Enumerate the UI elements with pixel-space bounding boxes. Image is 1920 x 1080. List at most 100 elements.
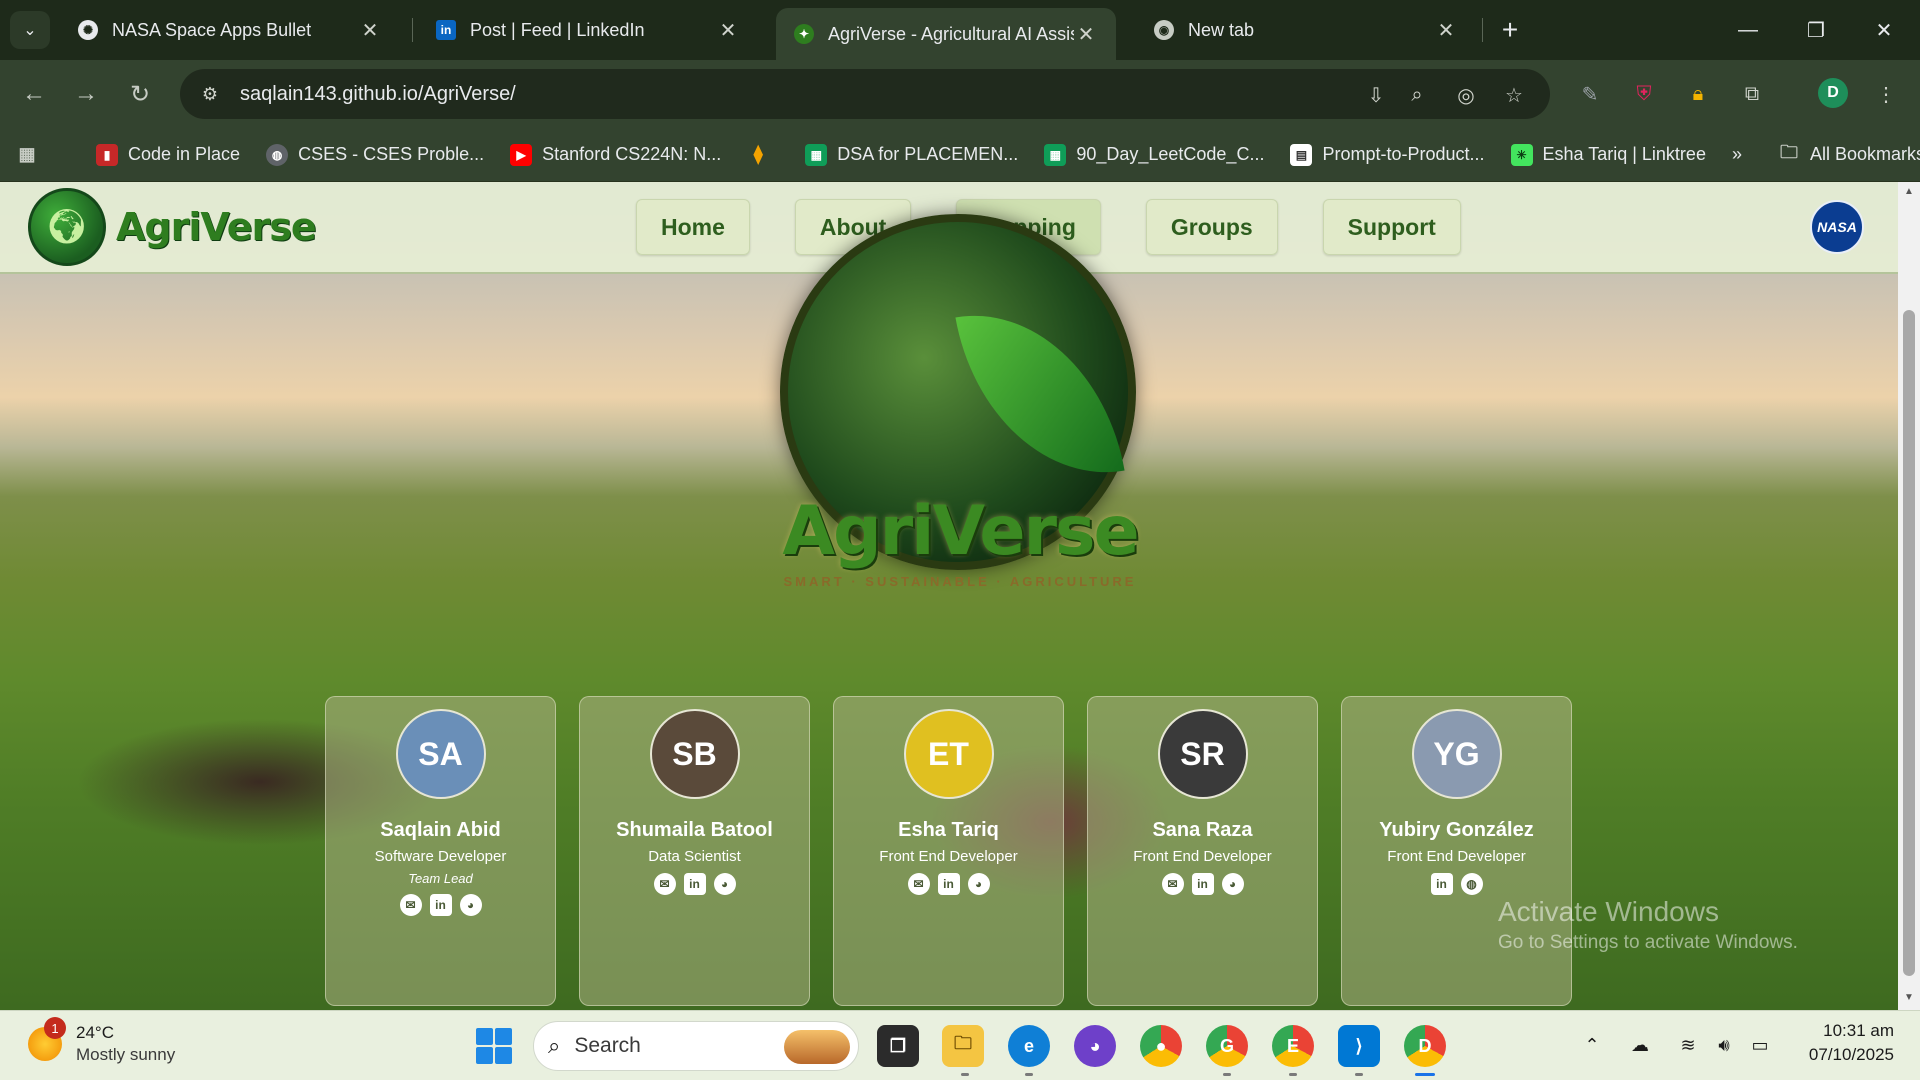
restore-icon: ❐ (1807, 19, 1825, 42)
all-bookmarks-button[interactable]: 🗀︎ All Bookmarks (1778, 142, 1920, 166)
tab-title: NASA Space Apps Bullet (112, 19, 312, 40)
bookmark-star-icon[interactable]: ☆ (1498, 79, 1530, 111)
bookmark-prompt-to-product[interactable]: ▤ Prompt-to-Product... (1290, 143, 1485, 166)
bookmark-code-in-place[interactable]: ▮ Code in Place (96, 143, 240, 166)
github-icon[interactable]: ◕ (713, 873, 736, 895)
hero-title: AgriVerse (782, 492, 1139, 571)
scroll-up-icon[interactable]: ▲ (1903, 186, 1915, 197)
github-icon[interactable]: ◕ (967, 873, 990, 895)
nasa-logo[interactable]: NASA (1810, 200, 1864, 254)
email-icon[interactable]: ✉ (1161, 873, 1184, 895)
globe-icon[interactable]: ◍ (1460, 873, 1483, 895)
email-icon[interactable]: ✉ (399, 894, 422, 916)
install-app-icon[interactable]: ⇩ (1360, 79, 1392, 111)
active-app-indicator (1415, 1073, 1435, 1076)
member-name: Esha Tariq (898, 819, 999, 841)
running-indicator (961, 1073, 969, 1076)
volume-icon[interactable]: 🔊︎ (1710, 1031, 1738, 1059)
minimize-icon: — (1738, 18, 1758, 41)
address-bar[interactable]: ⚙ saqlain143.github.io/AgriVerse/ ⇩ ⌕ ◎ … (180, 69, 1550, 119)
nav-support[interactable]: Support (1322, 199, 1461, 255)
document-icon: ▤ (1290, 143, 1313, 166)
zoom-icon[interactable]: ⌕ (1401, 79, 1433, 111)
layers-icon: ⧫ (753, 144, 763, 164)
minimize-button[interactable]: — (1726, 10, 1770, 50)
tab-search-button[interactable]: ⌄ (10, 11, 50, 49)
tab-nasa-space-apps[interactable]: ✺ NASA Space Apps Bullet ✕ (60, 8, 400, 52)
wifi-icon[interactable]: ≋ (1674, 1031, 1702, 1059)
task-view-icon[interactable]: ❐ (877, 1025, 919, 1067)
bookmark-90-day-leetcode[interactable]: ▦ 90_Day_LeetCode_C... (1044, 143, 1264, 166)
running-indicator (1289, 1073, 1297, 1076)
chrome-icon: ◉ (1154, 20, 1174, 40)
taskbar-clock[interactable]: 10:31 am 07/10/2025 (1790, 1021, 1894, 1065)
bookmark-label: Esha Tariq | Linktree (1542, 144, 1706, 164)
shield-extension-icon[interactable]: ⛨ (1628, 78, 1660, 110)
nav-groups[interactable]: Groups (1145, 199, 1278, 255)
tab-linkedin[interactable]: in Post | Feed | LinkedIn ✕ (418, 8, 758, 52)
vscode-icon[interactable]: ⟩ (1338, 1025, 1380, 1067)
linkedin-icon[interactable]: in (1430, 873, 1453, 895)
bookmark-stanford-cs224n[interactable]: ▶ Stanford CS224N: N... (510, 143, 721, 166)
tab-title: Post | Feed | LinkedIn (470, 19, 645, 40)
linkedin-icon[interactable]: in (1191, 873, 1214, 895)
chrome-profile-d-icon[interactable]: D (1404, 1025, 1446, 1067)
scrollbar-thumb[interactable] (1903, 310, 1915, 976)
bookmark-unnamed[interactable]: ⧫ (747, 144, 779, 166)
avatar: SR (1157, 709, 1248, 799)
chrome-profile-e-icon[interactable]: E (1272, 1025, 1314, 1067)
close-window-button[interactable]: ✕ (1862, 10, 1906, 50)
extensions-icon[interactable]: ⧉ (1736, 78, 1768, 110)
close-icon[interactable]: ✕ (1074, 22, 1098, 47)
restore-button[interactable]: ❐ (1794, 10, 1838, 50)
nav-home[interactable]: Home (636, 199, 750, 255)
weather-widget[interactable]: 1 24°C Mostly sunny (28, 1017, 175, 1065)
bookmark-dsa-placement[interactable]: ▦ DSA for PLACEMEN... (805, 143, 1018, 166)
notification-badge: 1 (44, 1017, 66, 1039)
scroll-down-icon[interactable]: ▼ (1903, 992, 1915, 1003)
url-text[interactable]: saqlain143.github.io/AgriVerse/ (240, 83, 516, 106)
social-links: ✉ in ◕ (326, 894, 555, 916)
more-menu-icon[interactable]: ⋮ (1870, 78, 1902, 110)
site-logo[interactable]: 🌍︎ AgriVerse (28, 188, 317, 266)
linkedin-icon[interactable]: in (683, 873, 706, 895)
bookmark-cses[interactable]: ◍ CSES - CSES Proble... (266, 143, 484, 166)
chevron-up-icon[interactable]: ⌃ (1578, 1031, 1606, 1059)
chrome-profile-g-icon[interactable]: G (1206, 1025, 1248, 1067)
more-bookmarks-button[interactable]: » (1732, 144, 1742, 165)
taskbar-search[interactable]: ⌕ Search (533, 1021, 859, 1071)
linkedin-icon[interactable]: in (937, 873, 960, 895)
start-button[interactable] (476, 1028, 512, 1064)
eye-off-icon[interactable]: ◎ (1450, 79, 1482, 111)
github-icon[interactable]: ◕ (459, 894, 482, 916)
chrome-icon[interactable]: ● (1140, 1025, 1182, 1067)
tab-strip: ⌄ ✺ NASA Space Apps Bullet ✕ in Post | F… (0, 0, 1920, 60)
close-icon[interactable]: ✕ (1434, 18, 1458, 43)
new-tab-button[interactable]: + (1494, 14, 1526, 46)
tab-agriverse[interactable]: ✦ AgriVerse - Agricultural AI Assis ✕ (776, 8, 1116, 60)
email-icon[interactable]: ✉ (907, 873, 930, 895)
profile-avatar[interactable]: D (1818, 78, 1848, 108)
lock-extension-icon[interactable]: 🔒︎ (1682, 78, 1714, 110)
github-desktop-icon[interactable]: ◕ (1074, 1025, 1116, 1067)
pen-extension-icon[interactable]: ✎ (1574, 78, 1606, 110)
bookmark-label: All Bookmarks (1809, 144, 1920, 164)
close-icon[interactable]: ✕ (358, 18, 382, 43)
linkedin-icon[interactable]: in (429, 894, 452, 916)
battery-icon[interactable]: ▭ (1746, 1031, 1774, 1059)
forward-button[interactable]: → (66, 74, 106, 114)
apps-button[interactable]: ▦ (16, 144, 48, 166)
team-card-shumaila: SB Shumaila Batool Data Scientist ✉ in ◕ (579, 696, 810, 1006)
bookmark-esha-linktree[interactable]: ✳ Esha Tariq | Linktree (1510, 143, 1706, 166)
page-scrollbar[interactable]: ▲ ▼ (1898, 182, 1920, 1010)
tab-new-tab[interactable]: ◉ New tab ✕ (1136, 8, 1476, 52)
github-icon[interactable]: ◕ (1221, 873, 1244, 895)
site-settings-icon[interactable]: ⚙ (188, 72, 232, 116)
email-icon[interactable]: ✉ (653, 873, 676, 895)
reload-button[interactable]: ↻ (120, 74, 160, 114)
edge-icon[interactable]: e (1008, 1025, 1050, 1067)
file-explorer-icon[interactable]: 🗀︎ (942, 1025, 984, 1067)
cloud-icon[interactable]: ☁ (1626, 1031, 1654, 1059)
back-button[interactable]: ← (14, 74, 54, 114)
close-icon[interactable]: ✕ (716, 18, 740, 43)
